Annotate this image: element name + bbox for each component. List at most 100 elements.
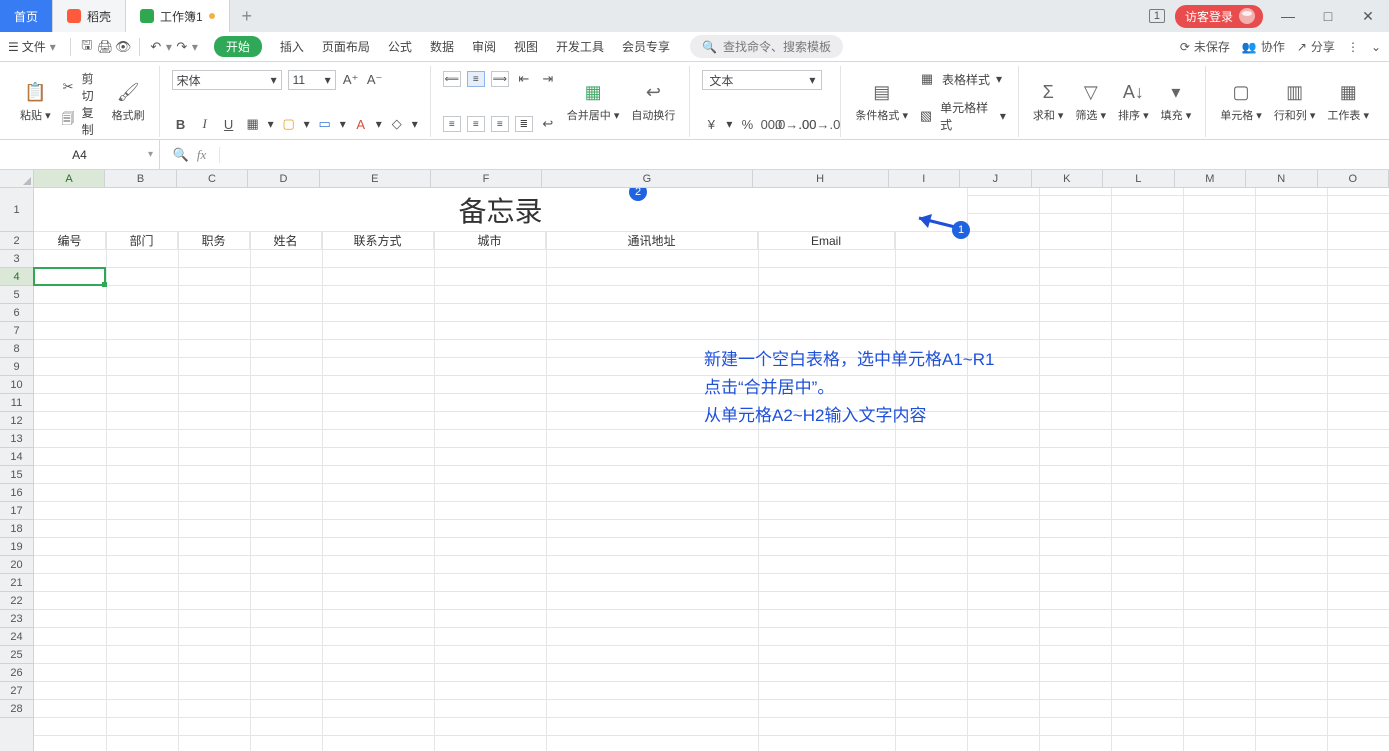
outline-color-button[interactable]: ▭ — [316, 115, 334, 133]
ribbon-tab-formula[interactable]: 公式 — [388, 38, 412, 55]
column-header-C[interactable]: C — [177, 170, 248, 187]
column-header-H[interactable]: H — [753, 170, 889, 187]
font-size-select[interactable]: 11▾ — [288, 70, 336, 90]
cell-C2[interactable]: 职务 — [178, 232, 250, 250]
fill-handle[interactable] — [102, 282, 107, 287]
align-center-button[interactable]: ≡ — [467, 116, 485, 132]
row-header-17[interactable]: 17 — [0, 502, 33, 520]
shrink-font-button[interactable]: A⁻ — [366, 71, 384, 89]
ribbon-tab-review[interactable]: 审阅 — [472, 38, 496, 55]
collapse-ribbon-button[interactable]: ⌄ — [1371, 40, 1381, 54]
cell-button[interactable]: ▢单元格 ▾ — [1214, 68, 1268, 135]
qa-preview-button[interactable]: 👁 — [115, 39, 131, 55]
row-header-19[interactable]: 19 — [0, 538, 33, 556]
ribbon-tab-data[interactable]: 数据 — [430, 38, 454, 55]
formula-input[interactable] — [220, 140, 1389, 169]
file-menu[interactable]: ☰ 文件 ▾ — [8, 38, 56, 55]
row-header-10[interactable]: 10 — [0, 376, 33, 394]
qa-save-button[interactable]: 🖫 — [79, 36, 95, 58]
sort-button[interactable]: A↓排序 ▾ — [1112, 68, 1155, 135]
caret-icon[interactable]: ▾ — [340, 117, 346, 131]
wrap-text-mini-button[interactable]: ↩ — [539, 115, 557, 133]
align-middle-button[interactable]: ≡ — [467, 71, 485, 87]
row-header-21[interactable]: 21 — [0, 574, 33, 592]
bold-button[interactable]: B — [172, 115, 190, 133]
cell-style-button[interactable]: ▧单元格样式 ▾ — [918, 99, 1006, 133]
cell-H2[interactable]: Email — [758, 232, 895, 250]
column-header-L[interactable]: L — [1103, 170, 1174, 187]
row-header-1[interactable]: 1 — [0, 188, 33, 232]
row-header-23[interactable]: 23 — [0, 610, 33, 628]
ribbon-tab-vip[interactable]: 会员专享 — [622, 38, 670, 55]
row-header-6[interactable]: 6 — [0, 304, 33, 322]
fx-search-icon[interactable]: 🔍 — [173, 147, 189, 163]
row-header-14[interactable]: 14 — [0, 448, 33, 466]
row-header-25[interactable]: 25 — [0, 646, 33, 664]
ribbon-tab-layout[interactable]: 页面布局 — [322, 38, 370, 55]
merged-title-cell[interactable]: 备忘录 — [34, 188, 967, 232]
caret-icon[interactable]: ▾ — [726, 117, 732, 131]
caret-icon[interactable]: ▾ — [376, 117, 382, 131]
auto-wrap-button[interactable]: ↩ 自动换行 — [625, 68, 681, 135]
border-button[interactable]: ▦ — [244, 115, 262, 133]
caret-icon[interactable]: ▾ — [268, 117, 274, 131]
filter-button[interactable]: ▽筛选 ▾ — [1069, 68, 1112, 135]
row-header-26[interactable]: 26 — [0, 664, 33, 682]
qa-redo-button[interactable]: ↷ — [174, 39, 190, 55]
row-header-3[interactable]: 3 — [0, 250, 33, 268]
dec-dec-button[interactable]: .00→.0 — [810, 115, 828, 133]
row-header-28[interactable]: 28 — [0, 700, 33, 718]
command-search[interactable]: 🔍 查找命令、搜索模板 — [690, 35, 843, 58]
window-minimize-button[interactable]: — — [1273, 8, 1303, 24]
row-header-9[interactable]: 9 — [0, 358, 33, 376]
format-painter-button[interactable]: 🖌 格式刷 — [106, 68, 151, 135]
row-header-22[interactable]: 22 — [0, 592, 33, 610]
guest-login-button[interactable]: 访客登录 — [1175, 5, 1263, 28]
ribbon-tab-start[interactable]: 开始 — [214, 36, 262, 57]
column-header-F[interactable]: F — [431, 170, 542, 187]
align-bottom-button[interactable]: ⟹ — [491, 71, 509, 87]
ribbon-tab-view[interactable]: 视图 — [514, 38, 538, 55]
fill-color-button[interactable]: ▢ — [280, 115, 298, 133]
indent-inc-button[interactable]: ⇥ — [539, 70, 557, 88]
clear-format-button[interactable]: ◇ — [388, 115, 406, 133]
row-header-15[interactable]: 15 — [0, 466, 33, 484]
more-button[interactable]: ⋮ — [1347, 40, 1359, 54]
column-header-J[interactable]: J — [960, 170, 1031, 187]
row-header-13[interactable]: 13 — [0, 430, 33, 448]
window-close-button[interactable]: ✕ — [1353, 8, 1383, 25]
row-header-7[interactable]: 7 — [0, 322, 33, 340]
cut-button[interactable]: ✂剪切 — [61, 70, 102, 104]
font-color-button[interactable]: A — [352, 115, 370, 133]
row-header-18[interactable]: 18 — [0, 520, 33, 538]
new-tab-button[interactable]: + — [230, 0, 264, 32]
italic-button[interactable]: I — [196, 115, 214, 133]
currency-button[interactable]: ¥ — [702, 115, 720, 133]
sum-button[interactable]: Σ求和 ▾ — [1027, 68, 1070, 135]
column-header-N[interactable]: N — [1246, 170, 1317, 187]
column-header-I[interactable]: I — [889, 170, 960, 187]
cell-F2[interactable]: 城市 — [434, 232, 546, 250]
caret-icon[interactable]: ▾ — [412, 117, 418, 131]
name-box[interactable]: A4 ▾ — [0, 140, 160, 169]
align-top-button[interactable]: ⟸ — [443, 71, 461, 87]
fx-icon[interactable]: fx — [197, 147, 206, 163]
tab-workbook1[interactable]: 工作簿1 — [126, 0, 230, 32]
window-count-badge[interactable]: 1 — [1149, 9, 1165, 23]
column-header-B[interactable]: B — [105, 170, 176, 187]
column-header-A[interactable]: A — [34, 170, 105, 187]
column-header-K[interactable]: K — [1032, 170, 1103, 187]
row-header-20[interactable]: 20 — [0, 556, 33, 574]
row-header-4[interactable]: 4 — [0, 268, 33, 286]
ribbon-tab-insert[interactable]: 插入 — [280, 38, 304, 55]
select-all-corner[interactable] — [0, 170, 34, 187]
cell-D2[interactable]: 姓名 — [250, 232, 322, 250]
cell-G2[interactable]: 通讯地址 — [546, 232, 758, 250]
merge-center-button[interactable]: ▦ 合并居中 ▾ — [561, 68, 626, 135]
row-header-11[interactable]: 11 — [0, 394, 33, 412]
underline-button[interactable]: U — [220, 115, 238, 133]
table-style-button[interactable]: ▦表格样式 ▾ — [918, 70, 1006, 88]
row-header-5[interactable]: 5 — [0, 286, 33, 304]
row-header-12[interactable]: 12 — [0, 412, 33, 430]
column-header-D[interactable]: D — [248, 170, 319, 187]
